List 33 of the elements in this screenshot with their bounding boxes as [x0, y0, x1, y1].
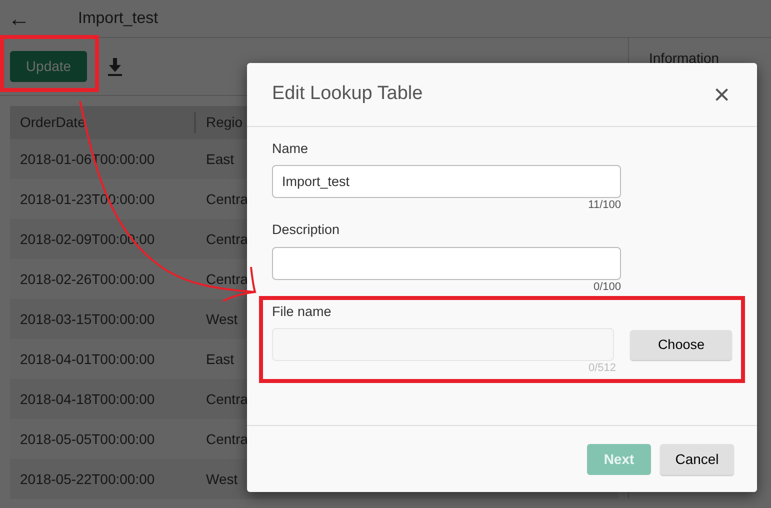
close-button[interactable]: ×	[712, 80, 732, 108]
dialog-title: Edit Lookup Table	[272, 82, 423, 106]
page-title: Import_test	[78, 8, 158, 28]
character-counter: 11/100	[587, 199, 621, 212]
table-cell-text: West	[205, 310, 238, 328]
table-cell-text: Centra	[205, 390, 248, 408]
table-cell-text: Centra	[205, 270, 248, 288]
table-cell-text: Centra	[205, 430, 248, 448]
cancel-button[interactable]: Cancel	[660, 444, 734, 474]
table-cell-text: 2018-02-26T00:00:00	[19, 270, 156, 288]
table-cell-text: Centra	[205, 190, 248, 208]
table-cell-text: 2018-04-01T00:00:00	[19, 350, 156, 368]
input-field[interactable]	[272, 246, 621, 280]
table-cell-text: 2018-05-05T00:00:00	[19, 430, 156, 448]
character-counter: 0/100	[592, 280, 621, 294]
table-cell-text: 2018-04-18T00:00:00	[19, 390, 156, 408]
table-cell-text: East	[205, 350, 234, 368]
input-field[interactable]: Import_test	[272, 165, 621, 198]
table-cell-text: East	[205, 150, 234, 168]
field-label: Description	[272, 221, 341, 240]
character-counter: 0/512	[587, 362, 616, 376]
panel-title: Information	[649, 49, 720, 68]
field-label: Name	[272, 140, 310, 158]
column-header[interactable]: OrderDate	[10, 112, 196, 133]
table-cell-text: 2018-05-22T00:00:00	[19, 470, 156, 488]
field-label: File name	[272, 302, 332, 321]
table-cell-text: West	[205, 470, 238, 488]
table-cell-text: 2018-03-15T00:00:00	[19, 310, 156, 328]
download-icon[interactable]	[107, 58, 123, 76]
table-cell-text: Centra	[205, 230, 248, 248]
update-button[interactable]: Update	[10, 51, 87, 82]
column-header[interactable]: Regio	[196, 112, 243, 133]
back-icon[interactable]: ←	[8, 8, 64, 30]
